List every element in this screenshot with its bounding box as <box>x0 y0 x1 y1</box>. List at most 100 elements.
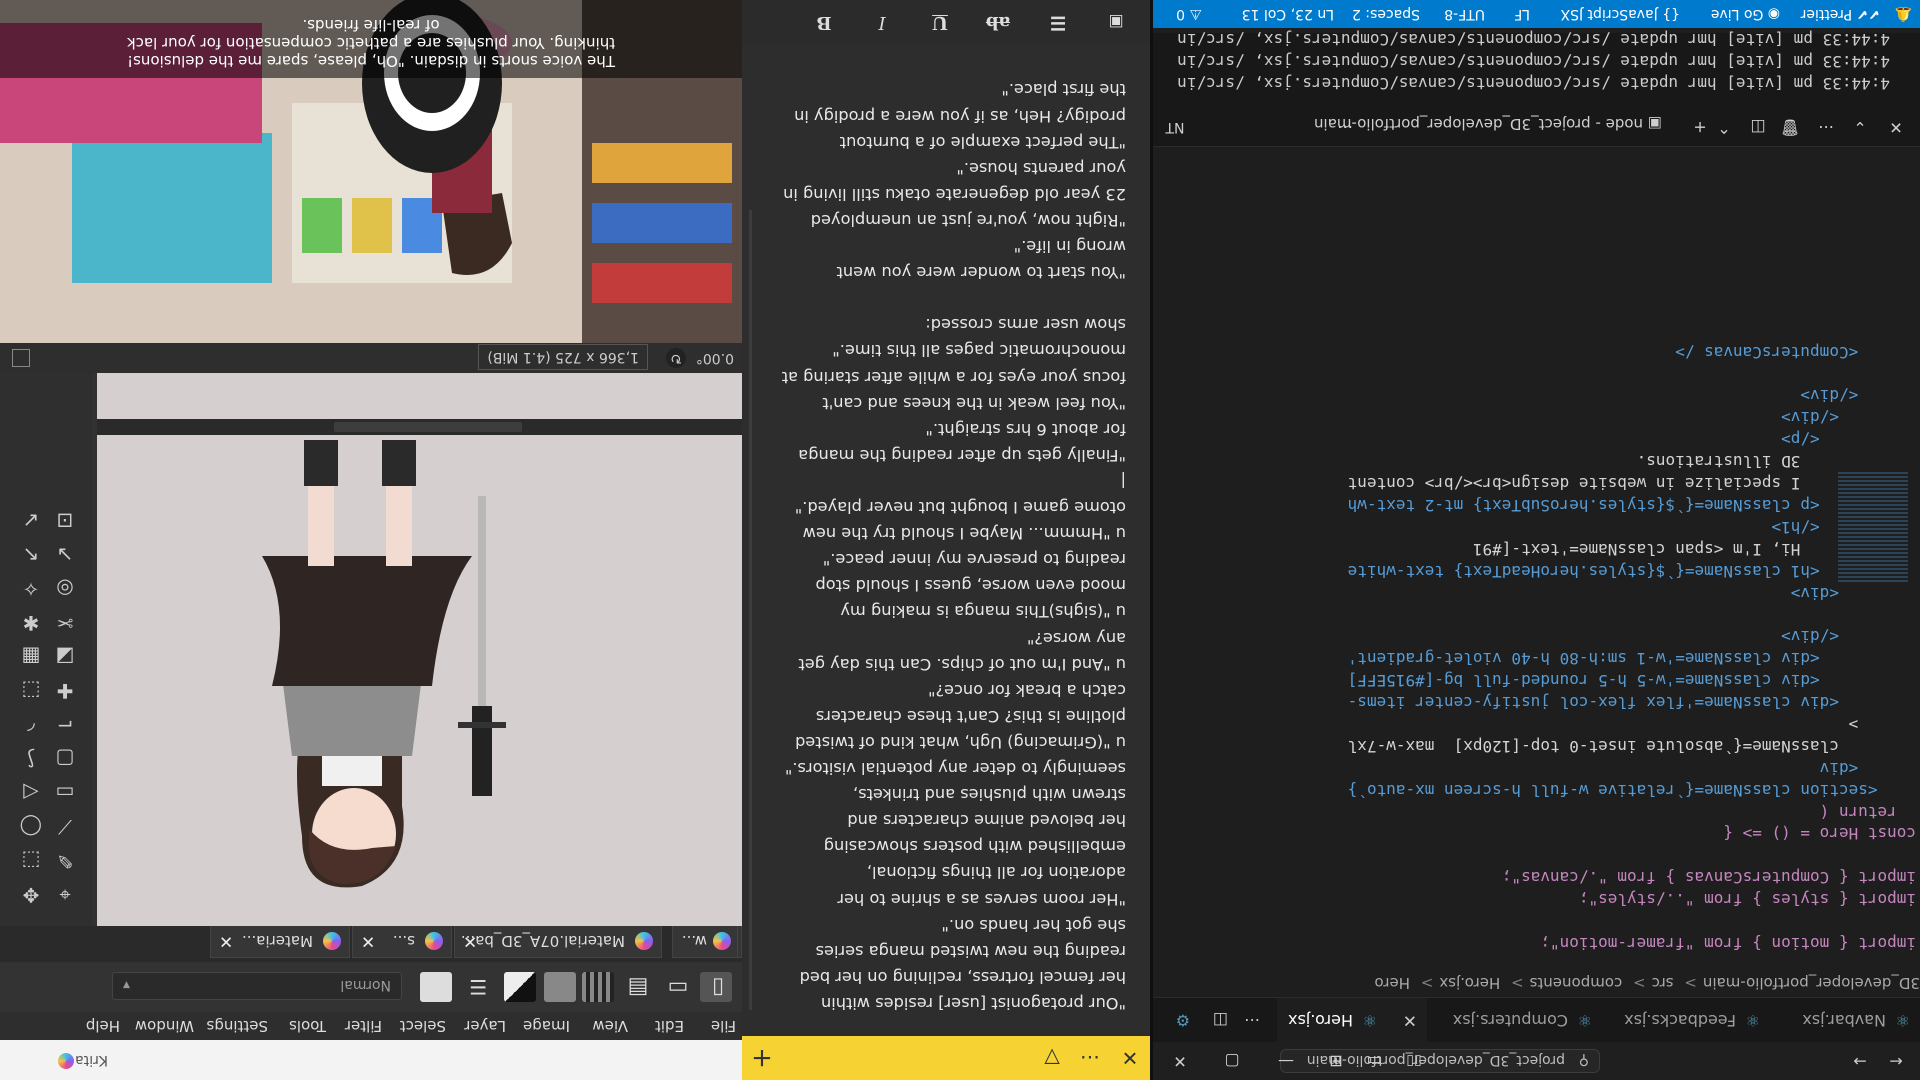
polyline-tool-icon[interactable]: ▢ <box>54 747 76 771</box>
canvas-horizontal-scrollbar[interactable] <box>97 419 742 435</box>
note-text[interactable]: "Our protagonist [user] resides within he… <box>756 72 1126 1016</box>
menu-item-layer[interactable]: Layer <box>464 1012 506 1040</box>
close-panel-icon[interactable]: ✕ <box>1876 108 1916 146</box>
bell-icon[interactable]: 🔔 <box>1895 0 1912 28</box>
save-icon[interactable]: ▤ <box>622 972 654 1002</box>
more-icon[interactable]: ⋯ <box>1806 108 1846 146</box>
bullets-icon[interactable]: ☰ <box>1034 0 1082 44</box>
close-icon[interactable]: ✕ <box>463 926 477 957</box>
split-editor-icon[interactable]: ◫ <box>1198 998 1228 1042</box>
close-button[interactable]: ✕ <box>1160 1042 1200 1080</box>
menu-item-view[interactable]: View <box>592 1012 628 1040</box>
problems-item[interactable]: ⚠ 0 <box>1176 0 1202 28</box>
menu-item-file[interactable]: File <box>711 1012 736 1040</box>
menu-item-select[interactable]: Select <box>400 1012 446 1040</box>
terminal[interactable]: 4:44:33 pm [vite] hmr update /src/compon… <box>1153 30 1920 103</box>
notes-list-icon[interactable]: ▽ <box>1032 1036 1072 1080</box>
menu-item-filter[interactable]: Filter <box>345 1012 382 1040</box>
minimap[interactable] <box>1838 352 1920 852</box>
selection-icon[interactable] <box>12 349 30 367</box>
close-icon[interactable]: ✕ <box>219 926 233 957</box>
code-editor[interactable]: import { motion } from "framer-motion"; i… <box>1153 328 1920 968</box>
zoom-tool-icon[interactable]: ⊡ <box>54 509 76 533</box>
rotate-icon[interactable]: ↻ <box>666 348 686 368</box>
transform-tool-icon[interactable]: ✱ <box>20 611 42 635</box>
multibrush-tool-icon[interactable]: ✧ <box>20 577 42 601</box>
underline-icon[interactable]: U <box>916 0 964 44</box>
rect-select-tool-icon[interactable]: ⬚ <box>20 849 42 873</box>
maximize-button[interactable]: ▢ <box>1212 1042 1252 1080</box>
brush-settings-icon[interactable]: ☰ <box>462 972 494 1002</box>
menu-icon[interactable]: ⋯ <box>1070 1036 1110 1080</box>
colorize-tool-icon[interactable]: ◎ <box>54 577 76 601</box>
menu-item-window[interactable]: Window <box>135 1012 194 1040</box>
drawing-canvas[interactable] <box>97 371 742 926</box>
smart-patch-tool-icon[interactable]: ◜ <box>20 713 42 737</box>
reference-tool-icon[interactable]: ↖ <box>20 543 42 567</box>
measure-tool-icon[interactable]: ↘ <box>54 543 76 567</box>
polygon-tool-icon[interactable]: ◁ <box>20 781 42 805</box>
pan-tool-icon[interactable]: ✚ <box>54 679 76 703</box>
open-icon[interactable]: ▭ <box>662 972 694 1002</box>
menu-item-help[interactable]: Help <box>86 1012 120 1040</box>
menu-item-edit[interactable]: Edit <box>655 1012 684 1040</box>
close-icon[interactable]: ✕ <box>361 926 375 957</box>
tab-navbar[interactable]: ⚛ Navbar.jsx <box>1770 998 1920 1042</box>
move-tool-icon[interactable]: ✥ <box>20 883 42 907</box>
more-icon[interactable]: ⋯ <box>1325 108 1365 146</box>
add-terminal-icon[interactable]: + <box>1680 108 1720 146</box>
menu-item-image[interactable]: Image <box>523 1012 570 1040</box>
more-actions-icon[interactable]: ⋯ <box>1230 998 1260 1042</box>
path-tool-icon[interactable]: ⌐ <box>54 713 76 737</box>
eyedropper-tool-icon[interactable]: ↙ <box>20 509 42 533</box>
fill-tool-icon[interactable]: ▦ <box>20 645 42 669</box>
compare-icon[interactable]: ⚙ <box>1160 998 1190 1042</box>
new-note-icon[interactable]: + <box>742 1036 782 1080</box>
rotation-value[interactable]: 0.00° <box>696 343 734 373</box>
pattern-icon[interactable] <box>544 972 576 1002</box>
prettier-item[interactable]: ✔✔ Prettier <box>1801 0 1880 28</box>
freehand-tool-icon[interactable]: ✎ <box>54 849 76 873</box>
tab-computers[interactable]: ⚛ Computers.jsx <box>1427 998 1602 1042</box>
back-arrow-icon[interactable]: ← <box>1876 1042 1916 1080</box>
tab-hero[interactable]: ⚛ Hero.jsx ✕ <box>1277 998 1427 1042</box>
terminal-title[interactable]: ▣ node - project_3D_developer_portfolio-… <box>1314 102 1662 146</box>
close-icon[interactable]: ✕ <box>1110 1036 1150 1080</box>
bezier-tool-icon[interactable]: ⟆ <box>20 747 42 771</box>
toggle-panel-icon[interactable]: ▭ <box>1354 1042 1394 1080</box>
customize-layout-icon[interactable]: ⊞ <box>1316 1042 1356 1080</box>
breadcrumb-item[interactable]: Hero <box>1374 974 1410 992</box>
close-tab-icon[interactable]: ✕ <box>1403 998 1417 1042</box>
line-tool-icon[interactable]: ⟋ <box>54 815 76 839</box>
cut-tool-icon[interactable]: ✂ <box>54 611 76 635</box>
doc-tab[interactable]: Material.07A_3D_ba... ✕ <box>454 926 662 958</box>
toggle-sidebar-icon[interactable]: ▯▯ <box>1394 1042 1434 1080</box>
panel-label[interactable]: NT <box>1155 108 1195 146</box>
gradient-icon[interactable] <box>582 972 614 1002</box>
cursor-position[interactable]: Ln 23, Col 13 <box>1242 0 1334 28</box>
menu-item-settings[interactable]: Settings <box>206 1012 268 1040</box>
breadcrumb-item[interactable]: 3D_developer_portfolio-main <box>1703 974 1920 992</box>
encoding-item[interactable]: UTF-8 <box>1444 0 1485 28</box>
new-document-icon[interactable]: ▯ <box>702 972 734 1002</box>
blend-mode-select[interactable]: Normal ▾ <box>112 972 402 1000</box>
chevron-down-icon[interactable]: ⌄ <box>1840 108 1880 146</box>
rectangle-tool-icon[interactable]: ▭ <box>54 781 76 805</box>
tab-feedbacks[interactable]: ⚛ Feedbacks.jsx <box>1602 998 1770 1042</box>
doc-tab[interactable]: s... ✕ <box>352 926 452 958</box>
doc-tab-label[interactable]: w... <box>672 926 738 958</box>
ellipse-tool-icon[interactable]: ◯ <box>20 815 42 839</box>
gradient-tool-icon[interactable]: ◪ <box>54 645 76 669</box>
forward-arrow-icon[interactable]: → <box>1840 1042 1880 1080</box>
indentation-item[interactable]: Spaces: 2 <box>1352 0 1420 28</box>
breadcrumb-item[interactable]: Hero.jsx <box>1439 974 1500 992</box>
language-mode[interactable]: {} JavaScript JSX <box>1561 0 1681 28</box>
breadcrumb-item[interactable]: components <box>1530 974 1623 992</box>
assistant-tool-icon[interactable]: ⌖ <box>54 883 76 907</box>
minimize-button[interactable]: — <box>1266 1042 1306 1080</box>
brush-preset-icon[interactable] <box>420 972 452 1002</box>
italic-icon[interactable]: I <box>858 0 906 44</box>
eol-item[interactable]: LF <box>1514 0 1530 28</box>
color-swap-icon[interactable] <box>504 972 536 1002</box>
crop-tool-icon[interactable]: ⬚ <box>20 679 42 703</box>
